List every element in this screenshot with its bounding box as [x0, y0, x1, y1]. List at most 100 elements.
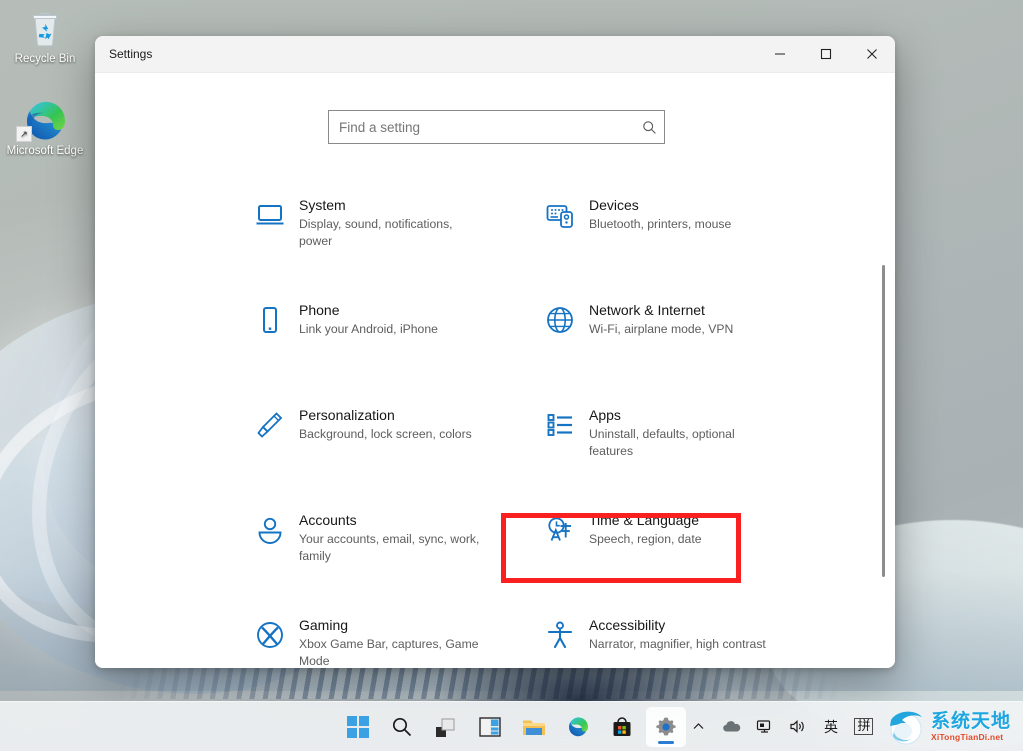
- tile-title: Phone: [299, 301, 438, 319]
- settings-tile-time-language[interactable]: Time & Language Speech, region, date: [535, 503, 805, 608]
- settings-tile-gaming[interactable]: Gaming Xbox Game Bar, captures, Game Mod…: [245, 608, 515, 668]
- desktop-icon-microsoft-edge[interactable]: ↗ Microsoft Edge: [2, 98, 88, 158]
- brush-icon: [245, 406, 295, 503]
- tile-text: Devices Bluetooth, printers, mouse: [585, 196, 731, 293]
- tile-title: Gaming: [299, 616, 489, 634]
- globe-icon: [535, 301, 585, 398]
- settings-tile-grid: System Display, sound, notifications, po…: [245, 188, 805, 668]
- tile-title: Time & Language: [589, 511, 701, 529]
- network-icon[interactable]: [753, 712, 777, 742]
- tile-title: Network & Internet: [589, 301, 733, 319]
- search-icon[interactable]: [634, 120, 664, 135]
- search-input[interactable]: [329, 120, 634, 135]
- watermark-subtitle: XiTongTianDi.net: [931, 733, 1011, 742]
- tile-text: System Display, sound, notifications, po…: [295, 196, 489, 293]
- settings-tile-system[interactable]: System Display, sound, notifications, po…: [245, 188, 515, 293]
- edge-icon: ↗: [2, 98, 88, 144]
- windows-logo-icon: [347, 716, 369, 738]
- task-view-icon: [435, 716, 457, 738]
- settings-tile-devices[interactable]: Devices Bluetooth, printers, mouse: [535, 188, 805, 293]
- maximize-icon: [820, 48, 832, 60]
- settings-window[interactable]: Settings: [95, 36, 895, 668]
- tile-subtitle: Your accounts, email, sync, work, family: [299, 531, 489, 565]
- search-button[interactable]: [382, 707, 422, 747]
- tile-text: Accessibility Narrator, magnifier, high …: [585, 616, 766, 668]
- ime-language-indicator[interactable]: 英: [819, 712, 843, 742]
- minimize-icon: [774, 48, 786, 60]
- devices-icon: [535, 196, 585, 293]
- taskbar-active-indicator: [658, 741, 674, 744]
- tile-subtitle: Narrator, magnifier, high contrast: [589, 636, 766, 653]
- tile-subtitle: Bluetooth, printers, mouse: [589, 216, 731, 233]
- maximize-button[interactable]: [803, 36, 849, 72]
- tile-title: Devices: [589, 196, 731, 214]
- settings-content: System Display, sound, notifications, po…: [95, 73, 895, 668]
- settings-tile-accounts[interactable]: Accounts Your accounts, email, sync, wor…: [245, 503, 515, 608]
- chevron-up-icon: [692, 720, 705, 733]
- tile-text: Gaming Xbox Game Bar, captures, Game Mod…: [295, 616, 489, 668]
- settings-tile-accessibility[interactable]: Accessibility Narrator, magnifier, high …: [535, 608, 805, 668]
- watermark-title: 系统天地: [931, 712, 1011, 731]
- watermark-logo-icon: [885, 707, 927, 747]
- store-button[interactable]: [602, 707, 642, 747]
- settings-button[interactable]: [646, 707, 686, 747]
- watermark: 系统天地 XiTongTianDi.net: [885, 707, 1015, 747]
- recycle-bin-icon: [2, 6, 88, 52]
- tile-subtitle: Wi-Fi, airplane mode, VPN: [589, 321, 733, 338]
- task-view-button[interactable]: [426, 707, 466, 747]
- tile-text: Phone Link your Android, iPhone: [295, 301, 438, 398]
- start-button[interactable]: [338, 707, 378, 747]
- tile-title: Accessibility: [589, 616, 766, 634]
- xbox-icon: [245, 616, 295, 668]
- onedrive-icon[interactable]: [720, 712, 744, 742]
- tile-title: Apps: [589, 406, 779, 424]
- desktop-icon-label: Recycle Bin: [2, 52, 88, 66]
- window-titlebar[interactable]: Settings: [95, 36, 895, 73]
- ime-pinyin-indicator[interactable]: 拼: [852, 712, 876, 742]
- tile-title: Accounts: [299, 511, 489, 529]
- close-button[interactable]: [849, 36, 895, 72]
- time-language-icon: [535, 511, 585, 608]
- volume-icon[interactable]: [786, 712, 810, 742]
- search-box[interactable]: [328, 110, 665, 144]
- desktop-icon-recycle-bin[interactable]: Recycle Bin: [2, 6, 88, 66]
- edge-button[interactable]: [558, 707, 598, 747]
- show-hidden-icons-button[interactable]: [687, 712, 711, 742]
- taskbar-center-group: [338, 707, 686, 747]
- widgets-button[interactable]: [470, 707, 510, 747]
- window-title: Settings: [95, 47, 152, 61]
- laptop-icon: [245, 196, 295, 293]
- file-explorer-button[interactable]: [514, 707, 554, 747]
- watermark-text: 系统天地 XiTongTianDi.net: [931, 712, 1011, 742]
- widgets-icon: [479, 716, 501, 738]
- tile-title: Personalization: [299, 406, 472, 424]
- tile-text: Accounts Your accounts, email, sync, wor…: [295, 511, 489, 608]
- tile-text: Network & Internet Wi-Fi, airplane mode,…: [585, 301, 733, 398]
- tile-text: Personalization Background, lock screen,…: [295, 406, 472, 503]
- desktop-icon-label: Microsoft Edge: [2, 144, 88, 158]
- scrollbar[interactable]: [878, 133, 890, 645]
- shortcut-arrow-icon: ↗: [16, 126, 32, 142]
- system-tray: 英 拼 系统天地 XiTongTianDi.net: [687, 707, 1015, 747]
- taskbar[interactable]: 英 拼 系统天地 XiTongTianDi.net: [0, 701, 1023, 751]
- settings-tile-personalization[interactable]: Personalization Background, lock screen,…: [245, 398, 515, 503]
- tile-title: System: [299, 196, 489, 214]
- edge-icon: [566, 715, 590, 739]
- gear-icon: [655, 716, 677, 738]
- settings-tile-phone[interactable]: Phone Link your Android, iPhone: [245, 293, 515, 398]
- tile-subtitle: Speech, region, date: [589, 531, 701, 548]
- accessibility-icon: [535, 616, 585, 668]
- list-icon: [535, 406, 585, 503]
- tile-subtitle: Xbox Game Bar, captures, Game Mode: [299, 636, 489, 668]
- tile-subtitle: Background, lock screen, colors: [299, 426, 472, 443]
- ime-pinyin-label: 拼: [854, 718, 873, 735]
- search-icon: [391, 716, 413, 738]
- settings-tile-network-internet[interactable]: Network & Internet Wi-Fi, airplane mode,…: [535, 293, 805, 398]
- person-icon: [245, 511, 295, 608]
- tile-subtitle: Link your Android, iPhone: [299, 321, 438, 338]
- tile-text: Time & Language Speech, region, date: [585, 511, 701, 608]
- minimize-button[interactable]: [757, 36, 803, 72]
- settings-tile-apps[interactable]: Apps Uninstall, defaults, optional featu…: [535, 398, 805, 503]
- tile-subtitle: Display, sound, notifications, power: [299, 216, 489, 250]
- scrollbar-thumb[interactable]: [882, 265, 885, 577]
